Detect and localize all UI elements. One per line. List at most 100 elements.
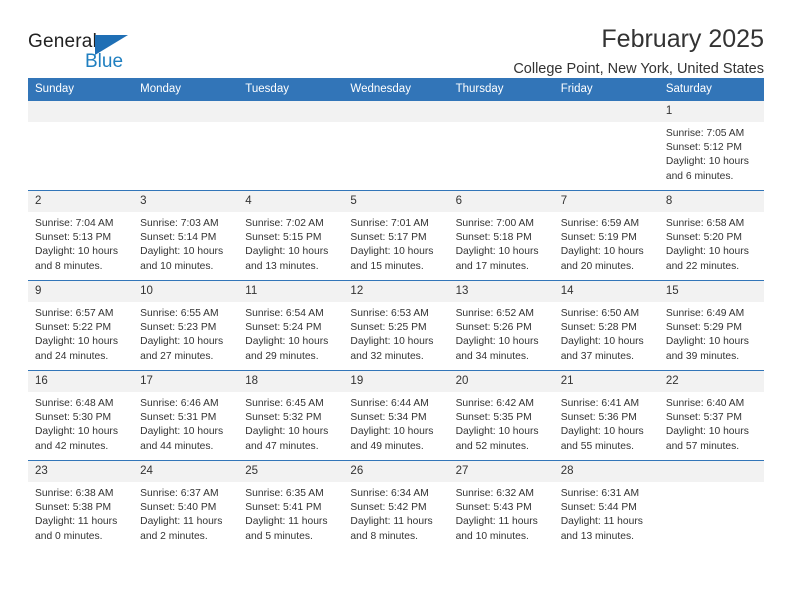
calendar-day-cell[interactable]: 27 Sunrise: 6:32 AM Sunset: 5:43 PM Dayligh…	[448, 460, 554, 549]
day-sun-info: Sunrise: 7:03 AM Sunset: 5:14 PM Daylight:…	[133, 212, 238, 274]
day-sun-info: Sunrise: 6:59 AM Sunset: 5:19 PM Daylight:…	[554, 212, 659, 274]
sunset-time: Sunset: 5:35 PM	[455, 411, 532, 423]
daylight-duration-line2: and 52 minutes.	[455, 440, 529, 452]
daylight-duration-line2: and 29 minutes.	[245, 350, 319, 362]
day-number: 9	[28, 281, 134, 302]
day-number: 25	[238, 461, 344, 482]
day-number: 11	[238, 281, 344, 302]
calendar-day-cell[interactable]: 24 Sunrise: 6:37 AM Sunset: 5:40 PM Dayligh…	[133, 460, 239, 549]
calendar-day-cell[interactable]	[133, 100, 239, 191]
weekday-header-sunday: Sunday	[28, 78, 134, 101]
calendar-week-row: 1 Sunrise: 7:05 AM Sunset: 5:12 PM Daylight…	[28, 100, 764, 191]
calendar-day-cell[interactable]: 26 Sunrise: 6:34 AM Sunset: 5:42 PM Dayligh…	[343, 460, 449, 549]
day-sun-info: Sunrise: 7:02 AM Sunset: 5:15 PM Daylight:…	[238, 212, 343, 274]
calendar-day-cell[interactable]: 2 Sunrise: 7:04 AM Sunset: 5:13 PM Daylight…	[28, 190, 134, 281]
daylight-duration-line1: Daylight: 10 hours	[245, 336, 329, 348]
day-sun-info: Sunrise: 6:48 AM Sunset: 5:30 PM Daylight:…	[28, 392, 133, 454]
calendar-day-cell[interactable]	[658, 460, 764, 549]
calendar-day-cell[interactable]: 21 Sunrise: 6:41 AM Sunset: 5:36 PM Dayligh…	[553, 370, 659, 461]
day-cell-content	[28, 101, 134, 190]
sunset-time: Sunset: 5:40 PM	[140, 501, 217, 513]
day-sun-info: Sunrise: 6:31 AM Sunset: 5:44 PM Daylight:…	[554, 482, 659, 544]
day-number	[658, 461, 764, 482]
daylight-duration-line2: and 2 minutes.	[140, 530, 208, 542]
day-number: 6	[448, 191, 554, 212]
calendar-body: 1 Sunrise: 7:05 AM Sunset: 5:12 PM Daylight…	[28, 100, 764, 549]
daylight-duration-line1: Daylight: 10 hours	[140, 246, 224, 258]
calendar-day-cell[interactable]: 6 Sunrise: 7:00 AM Sunset: 5:18 PM Daylight…	[448, 190, 554, 281]
day-cell-content: 7 Sunrise: 6:59 AM Sunset: 5:19 PM Daylight…	[553, 191, 659, 280]
day-cell-content: 6 Sunrise: 7:00 AM Sunset: 5:18 PM Daylight…	[448, 191, 554, 280]
calendar-day-cell[interactable]	[553, 100, 659, 191]
daylight-duration-line1: Daylight: 11 hours	[560, 516, 643, 528]
day-cell-content	[133, 101, 239, 190]
brand-logo[interactable]: General Blue	[28, 26, 148, 76]
calendar-day-cell[interactable]: 22 Sunrise: 6:40 AM Sunset: 5:37 PM Dayligh…	[658, 370, 764, 461]
sunset-time: Sunset: 5:29 PM	[665, 321, 742, 333]
calendar-day-cell[interactable]: 20 Sunrise: 6:42 AM Sunset: 5:35 PM Dayligh…	[448, 370, 554, 461]
day-sun-info: Sunrise: 6:53 AM Sunset: 5:25 PM Daylight:…	[343, 302, 448, 364]
day-cell-content: 12 Sunrise: 6:53 AM Sunset: 5:25 PM Dayligh…	[343, 281, 449, 370]
day-number: 7	[553, 191, 659, 212]
calendar-day-cell[interactable]: 23 Sunrise: 6:38 AM Sunset: 5:38 PM Dayligh…	[28, 460, 134, 549]
calendar-day-cell[interactable]	[448, 100, 554, 191]
day-cell-content: 14 Sunrise: 6:50 AM Sunset: 5:28 PM Dayligh…	[553, 281, 659, 370]
day-number: 26	[343, 461, 449, 482]
daylight-duration-line2: and 39 minutes.	[665, 350, 740, 362]
calendar-day-cell[interactable]: 3 Sunrise: 7:03 AM Sunset: 5:14 PM Daylight…	[133, 190, 239, 281]
day-number	[448, 101, 554, 122]
daylight-duration-line2: and 10 minutes.	[140, 260, 214, 272]
sunrise-time: Sunrise: 6:52 AM	[455, 307, 534, 319]
daylight-duration-line1: Daylight: 10 hours	[560, 426, 644, 438]
calendar-day-cell[interactable]: 16 Sunrise: 6:48 AM Sunset: 5:30 PM Dayligh…	[28, 370, 134, 461]
calendar-day-cell[interactable]: 13 Sunrise: 6:52 AM Sunset: 5:26 PM Dayligh…	[448, 280, 554, 371]
daylight-duration-line2: and 47 minutes.	[245, 440, 319, 452]
calendar-day-cell[interactable]: 1 Sunrise: 7:05 AM Sunset: 5:12 PM Daylight…	[658, 100, 764, 191]
calendar-day-cell[interactable]: 25 Sunrise: 6:35 AM Sunset: 5:41 PM Dayligh…	[238, 460, 344, 549]
day-sun-info: Sunrise: 6:45 AM Sunset: 5:32 PM Daylight:…	[238, 392, 343, 454]
sunrise-time: Sunrise: 6:59 AM	[560, 217, 640, 229]
day-number: 17	[133, 371, 239, 392]
sunrise-time: Sunrise: 6:44 AM	[350, 397, 429, 409]
day-sun-info: Sunrise: 6:40 AM Sunset: 5:37 PM Daylight:…	[659, 392, 764, 454]
day-number	[553, 101, 659, 122]
calendar-day-cell[interactable]: 14 Sunrise: 6:50 AM Sunset: 5:28 PM Dayligh…	[553, 280, 659, 371]
day-cell-content: 22 Sunrise: 6:40 AM Sunset: 5:37 PM Dayligh…	[658, 371, 764, 460]
daylight-duration-line2: and 44 minutes.	[140, 440, 214, 452]
sunrise-time: Sunrise: 6:58 AM	[665, 217, 745, 229]
title-block: February 2025 College Point, New York, U…	[148, 26, 764, 78]
daylight-duration-line2: and 20 minutes.	[560, 260, 634, 272]
calendar-day-cell[interactable]: 19 Sunrise: 6:44 AM Sunset: 5:34 PM Dayligh…	[343, 370, 449, 461]
sunset-time: Sunset: 5:26 PM	[455, 321, 532, 333]
calendar-day-cell[interactable]: 5 Sunrise: 7:01 AM Sunset: 5:17 PM Daylight…	[343, 190, 449, 281]
daylight-duration-line2: and 22 minutes.	[665, 260, 740, 272]
day-number: 1	[658, 101, 764, 122]
calendar-day-cell[interactable]: 15 Sunrise: 6:49 AM Sunset: 5:29 PM Dayligh…	[658, 280, 764, 371]
calendar-day-cell[interactable]: 10 Sunrise: 6:55 AM Sunset: 5:23 PM Dayligh…	[133, 280, 239, 371]
sunrise-time: Sunrise: 7:00 AM	[455, 217, 534, 229]
calendar-day-cell[interactable]: 11 Sunrise: 6:54 AM Sunset: 5:24 PM Dayligh…	[238, 280, 344, 371]
daylight-duration-line2: and 8 minutes.	[35, 260, 103, 272]
day-number: 13	[448, 281, 554, 302]
calendar-day-cell[interactable]	[28, 100, 134, 191]
calendar-day-cell[interactable]: 8 Sunrise: 6:58 AM Sunset: 5:20 PM Daylight…	[658, 190, 764, 281]
sunset-time: Sunset: 5:20 PM	[665, 231, 742, 243]
calendar-day-cell[interactable]: 18 Sunrise: 6:45 AM Sunset: 5:32 PM Dayligh…	[238, 370, 344, 461]
calendar-day-cell[interactable]: 17 Sunrise: 6:46 AM Sunset: 5:31 PM Dayligh…	[133, 370, 239, 461]
day-number	[28, 101, 134, 122]
calendar-day-cell[interactable]: 28 Sunrise: 6:31 AM Sunset: 5:44 PM Dayligh…	[553, 460, 659, 549]
day-number: 5	[343, 191, 449, 212]
sunset-time: Sunset: 5:18 PM	[455, 231, 532, 243]
calendar-day-cell[interactable]: 7 Sunrise: 6:59 AM Sunset: 5:19 PM Daylight…	[553, 190, 659, 281]
day-number: 28	[553, 461, 659, 482]
daylight-duration-line1: Daylight: 10 hours	[140, 336, 224, 348]
calendar-day-cell[interactable]	[238, 100, 344, 191]
daylight-duration-line2: and 10 minutes.	[455, 530, 529, 542]
calendar-day-cell[interactable]	[343, 100, 449, 191]
day-cell-content	[343, 101, 449, 190]
calendar-day-cell[interactable]: 9 Sunrise: 6:57 AM Sunset: 5:22 PM Daylight…	[28, 280, 134, 371]
calendar-day-cell[interactable]: 4 Sunrise: 7:02 AM Sunset: 5:15 PM Daylight…	[238, 190, 344, 281]
calendar-day-cell[interactable]: 12 Sunrise: 6:53 AM Sunset: 5:25 PM Dayligh…	[343, 280, 449, 371]
sunset-time: Sunset: 5:31 PM	[140, 411, 217, 423]
weekday-header-monday: Monday	[133, 78, 239, 101]
